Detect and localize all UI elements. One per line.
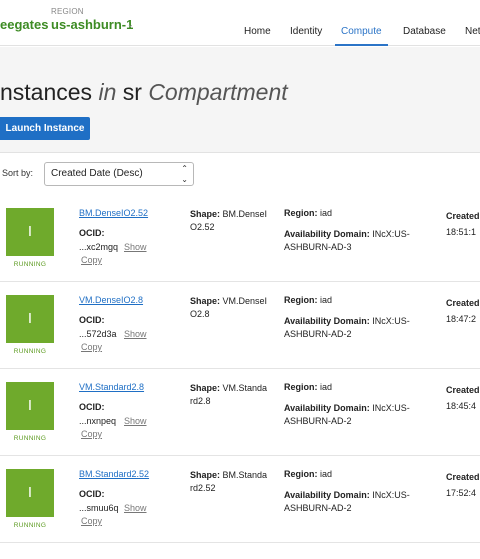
tenant-name[interactable]: eegates — [0, 17, 48, 32]
shape-label: Shape: — [190, 470, 221, 480]
select-caret-icon: ⌃ ⌄ — [181, 164, 188, 184]
created-field: Created 17:52:4 — [446, 469, 480, 501]
created-field: Created 18:47:2 — [446, 295, 480, 327]
nav-database[interactable]: Database — [397, 0, 452, 46]
compartment-name: sr — [122, 79, 142, 105]
nav-home[interactable]: Home — [238, 0, 277, 46]
created-value: 18:51:1 — [446, 227, 477, 237]
region-field-label: Region: — [284, 295, 318, 305]
region-field-label: Region: — [284, 469, 318, 479]
created-value: 18:47:2 — [446, 314, 477, 324]
created-field: Created 18:45:4 — [446, 382, 480, 414]
region-field: Region: iad — [284, 382, 332, 392]
region-field-value: iad — [320, 382, 333, 392]
instance-card: I RUNNING VM.DenseIO2.8 OCID: ...572d3a … — [0, 283, 480, 369]
instance-letter: I — [27, 310, 33, 327]
ad-label: Availability Domain: — [284, 316, 370, 326]
shape-label: Shape: — [190, 383, 221, 393]
ocid-value: ...smuu6q — [79, 503, 119, 513]
status-badge: RUNNING — [13, 348, 47, 355]
status-badge: RUNNING — [13, 435, 47, 442]
sort-select[interactable]: Created Date (Desc) ⌃ ⌄ — [44, 162, 194, 186]
instance-icon[interactable]: I — [6, 469, 54, 517]
status-badge: RUNNING — [13, 522, 47, 529]
instance-card: I RUNNING BM.Standard2.52 OCID: ...smuu6… — [0, 457, 480, 543]
created-label: Created — [446, 298, 480, 308]
ad-label: Availability Domain: — [284, 490, 370, 500]
region-field-value: iad — [320, 208, 333, 218]
availability-domain-field: Availability Domain: INcX:US-ASHBURN-AD-… — [284, 315, 424, 341]
region-field-value: iad — [320, 295, 333, 305]
nav-compute[interactable]: Compute — [335, 0, 388, 46]
shape-field: Shape: VM.Standard2.8 — [190, 382, 270, 408]
region-field: Region: iad — [284, 469, 332, 479]
show-ocid-link[interactable]: Show — [124, 416, 147, 426]
instance-name-link[interactable]: BM.DenseIO2.52 — [79, 208, 148, 218]
shape-label: Shape: — [190, 296, 221, 306]
copy-ocid-link[interactable]: Copy — [81, 342, 102, 352]
instance-letter: I — [27, 223, 33, 240]
shape-field: Shape: VM.DenseIO2.8 — [190, 295, 270, 321]
ocid-label: OCID: — [79, 489, 105, 499]
title-in: in — [98, 79, 117, 105]
ad-label: Availability Domain: — [284, 229, 370, 239]
copy-ocid-link[interactable]: Copy — [81, 516, 102, 526]
created-label: Created — [446, 472, 480, 482]
show-ocid-link[interactable]: Show — [124, 329, 147, 339]
ocid-value: ...572d3a — [79, 329, 117, 339]
instance-letter: I — [27, 397, 33, 414]
availability-domain-field: Availability Domain: INcX:US-ASHBURN-AD-… — [284, 402, 424, 428]
created-label: Created — [446, 385, 480, 395]
title-text: nstances — [0, 79, 93, 105]
created-value: 17:52:4 — [446, 488, 477, 498]
availability-domain-field: Availability Domain: INcX:US-ASHBURN-AD-… — [284, 228, 424, 254]
region-field-label: Region: — [284, 382, 318, 392]
instance-name-link[interactable]: VM.Standard2.8 — [79, 382, 144, 392]
chevron-down-icon[interactable]: ⌄ — [127, 20, 134, 29]
top-header: eegates REGION us-ashburn-1 ⌄ Home Ident… — [0, 0, 480, 46]
show-ocid-link[interactable]: Show — [124, 503, 147, 513]
ocid-label: OCID: — [79, 402, 105, 412]
instance-letter: I — [27, 484, 33, 501]
copy-ocid-link[interactable]: Copy — [81, 255, 102, 265]
created-value: 18:45:4 — [446, 401, 477, 411]
ocid-label: OCID: — [79, 228, 105, 238]
ocid-value: ...nxnpeq — [79, 416, 117, 426]
region-field: Region: iad — [284, 295, 332, 305]
instance-card: I RUNNING VM.Standard2.8 OCID: ...nxnpeq… — [0, 370, 480, 456]
ocid-value: ...xc2mgq — [79, 242, 119, 252]
instance-card: I RUNNING BM.DenseIO2.52 OCID: ...xc2mgq… — [0, 196, 480, 282]
region-label: REGION — [51, 7, 84, 16]
created-field: Created 18:51:1 — [446, 208, 480, 240]
instance-icon[interactable]: I — [6, 208, 54, 256]
ocid-label: OCID: — [79, 315, 105, 325]
launch-instance-button[interactable]: Launch Instance — [0, 117, 90, 140]
ad-label: Availability Domain: — [284, 403, 370, 413]
shape-field: Shape: BM.Standard2.52 — [190, 469, 270, 495]
nav-networking[interactable]: Net — [459, 0, 480, 46]
status-badge: RUNNING — [13, 261, 47, 268]
instance-icon[interactable]: I — [6, 295, 54, 343]
sort-label: Sort by: — [2, 168, 34, 178]
region-field-label: Region: — [284, 208, 318, 218]
show-ocid-link[interactable]: Show — [124, 242, 147, 252]
region-field-value: iad — [320, 469, 333, 479]
page-title: nstances in sr Compartment — [0, 79, 288, 106]
sort-selected-value: Created Date (Desc) — [51, 168, 143, 179]
title-compartment: Compartment — [148, 79, 288, 105]
shape-field: Shape: BM.DenseIO2.52 — [190, 208, 270, 234]
shape-label: Shape: — [190, 209, 221, 219]
created-label: Created — [446, 211, 480, 221]
region-field: Region: iad — [284, 208, 332, 218]
copy-ocid-link[interactable]: Copy — [81, 429, 102, 439]
instance-icon[interactable]: I — [6, 382, 54, 430]
instance-name-link[interactable]: VM.DenseIO2.8 — [79, 295, 143, 305]
region-selector[interactable]: us-ashburn-1 — [51, 17, 133, 32]
availability-domain-field: Availability Domain: INcX:US-ASHBURN-AD-… — [284, 489, 424, 515]
nav-identity[interactable]: Identity — [284, 0, 328, 46]
instance-name-link[interactable]: BM.Standard2.52 — [79, 469, 149, 479]
